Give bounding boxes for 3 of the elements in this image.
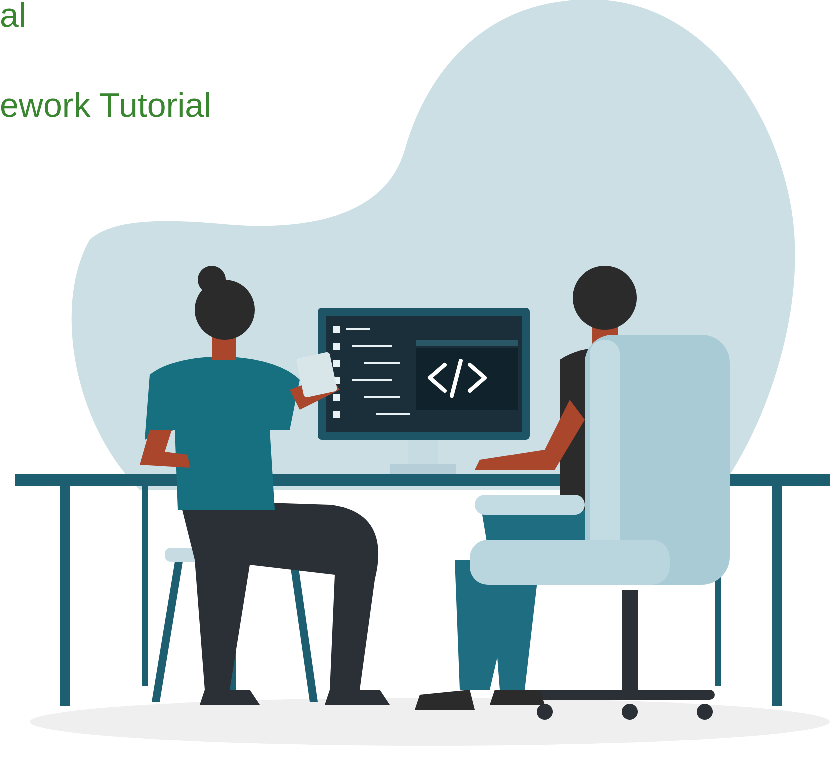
heading-text: al: [0, 0, 26, 36]
code-icon: [428, 359, 487, 398]
heading-text: ework Tutorial: [0, 86, 212, 126]
